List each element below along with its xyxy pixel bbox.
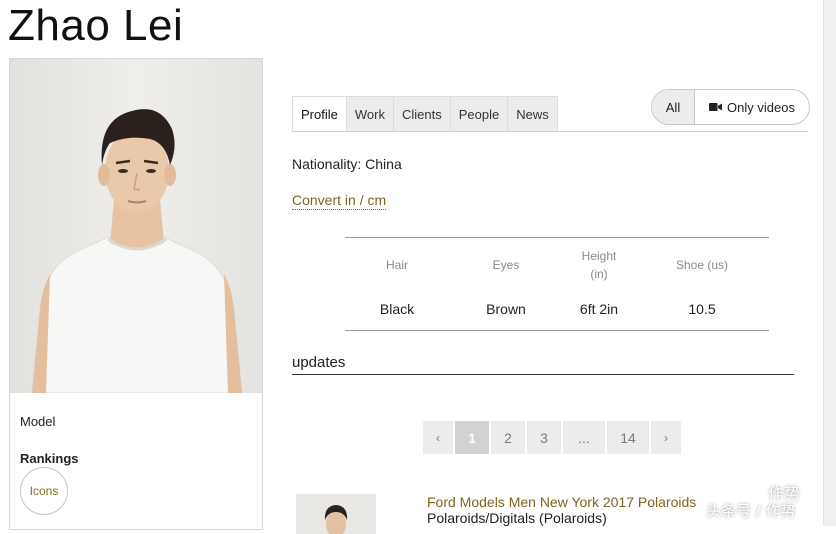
update-thumbnail[interactable]: [296, 494, 376, 534]
profile-tabs: Profile Work Clients People News: [292, 96, 558, 132]
filter-all-button[interactable]: All: [652, 90, 695, 124]
ranking-badge-icons[interactable]: Icons: [20, 467, 68, 515]
page-next-button[interactable]: ›: [650, 420, 682, 455]
update-subtitle: Polaroids/Digitals (Polaroids): [427, 510, 607, 526]
measure-header-height-unit: (in): [590, 267, 608, 281]
measure-value-eyes: Brown: [486, 301, 526, 317]
model-photo[interactable]: [10, 59, 262, 393]
tab-people[interactable]: People: [450, 96, 509, 132]
model-category: Model: [20, 414, 56, 429]
update-title-link[interactable]: Ford Models Men New York 2017 Polaroids: [427, 494, 696, 510]
update-thumbnail-image: [296, 494, 376, 534]
tab-clients[interactable]: Clients: [393, 96, 451, 132]
updates-pagination: ‹ 1 2 3 ... 14 ›: [422, 420, 682, 455]
page-button-1[interactable]: 1: [454, 420, 490, 455]
page-button-2[interactable]: 2: [490, 420, 526, 455]
wechat-logo-icon: [735, 482, 761, 500]
watermark-line2: 头条号 / 作势: [706, 502, 796, 520]
measure-value-hair: Black: [379, 301, 415, 317]
measure-header-shoe: Shoe (us): [675, 258, 729, 272]
nationality-text: Nationality: China: [292, 156, 402, 172]
convert-units-link[interactable]: Convert in / cm: [292, 192, 387, 210]
measurements-table: Hair Black Eyes Brown Height (in) 6ft 2i…: [345, 237, 769, 331]
tab-profile[interactable]: Profile: [292, 96, 347, 132]
page-ellipsis: ...: [562, 420, 606, 455]
video-camera-icon: [709, 100, 723, 115]
page-title: Zhao Lei: [8, 1, 184, 50]
profile-card: Model Rankings Icons: [9, 58, 263, 530]
page-scrollbar[interactable]: [823, 0, 836, 526]
page-button-3[interactable]: 3: [526, 420, 562, 455]
tabs-divider: [292, 131, 808, 132]
updates-heading: updates: [292, 354, 794, 375]
rankings-heading: Rankings: [20, 451, 79, 466]
measure-header-height: Height: [581, 249, 617, 263]
tab-work[interactable]: Work: [346, 96, 394, 132]
measure-header-hair: Hair: [385, 258, 408, 272]
tab-news[interactable]: News: [508, 96, 558, 132]
watermark: 作势 头条号 / 作势: [706, 478, 822, 524]
media-filter-toggle: All Only videos: [651, 89, 810, 125]
page-prev-button[interactable]: ‹: [422, 420, 454, 455]
measure-header-eyes: Eyes: [492, 258, 520, 272]
measure-value-height: 6ft 2in: [579, 301, 619, 317]
page-button-14[interactable]: 14: [606, 420, 650, 455]
filter-only-videos-label: Only videos: [727, 99, 795, 115]
model-photo-image: [10, 59, 262, 393]
filter-only-videos-button[interactable]: Only videos: [695, 90, 809, 124]
measure-value-shoe: 10.5: [688, 301, 716, 317]
